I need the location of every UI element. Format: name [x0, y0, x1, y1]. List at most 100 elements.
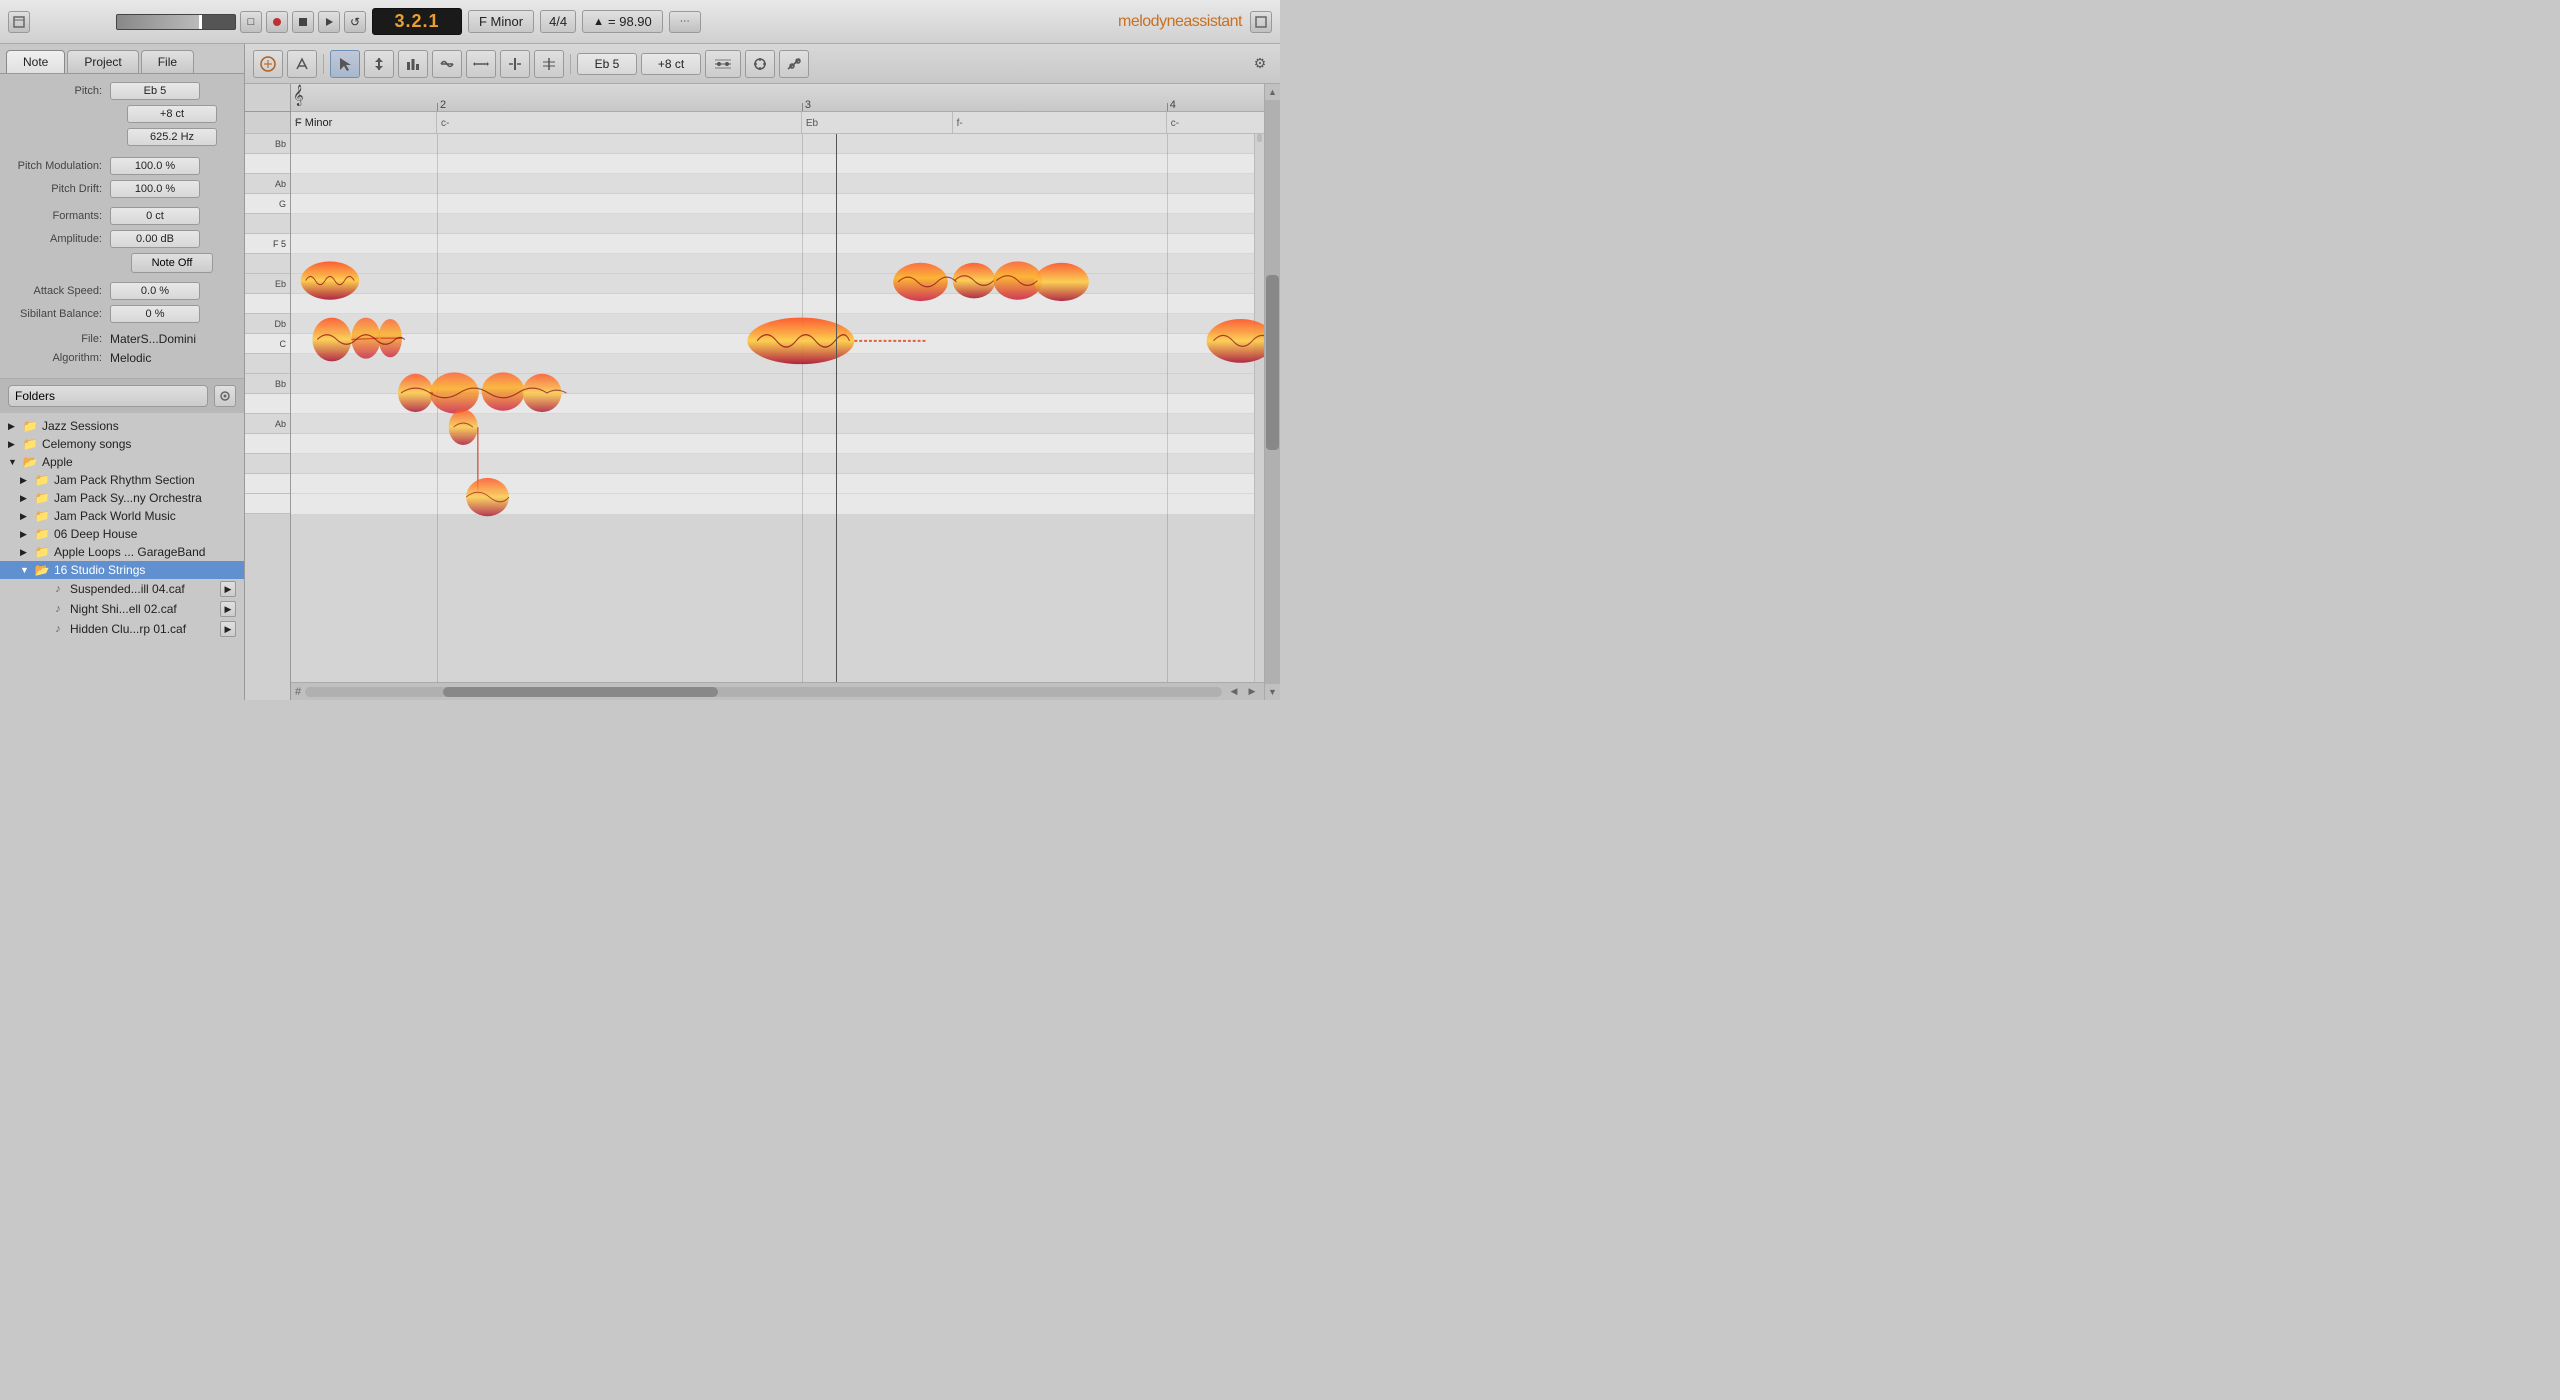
scroll-up-arrow[interactable]: ▲ [1265, 84, 1280, 100]
list-item[interactable]: ▼ 📂 Apple [0, 453, 244, 471]
piano-key-f5[interactable]: F 5 [245, 234, 290, 254]
pitch-tool-btn[interactable] [287, 50, 317, 78]
tab-note[interactable]: Note [6, 50, 65, 73]
piano-key-d5[interactable] [245, 294, 290, 314]
piano-key-ab4[interactable]: Ab [245, 414, 290, 434]
pitch-value[interactable]: Eb 5 [110, 82, 200, 100]
app-title-area: melodyneassistant [1118, 11, 1272, 33]
list-item[interactable]: ♪ Night Shi...ell 02.caf ▶ [0, 599, 244, 619]
piano-key-a4[interactable] [245, 394, 290, 414]
pitch-drift-value[interactable]: 100.0 % [110, 180, 200, 198]
formant-tool-btn[interactable] [432, 50, 462, 78]
list-item[interactable]: ▶ 📁 06 Deep House [0, 525, 244, 543]
piano-key-b4[interactable] [245, 354, 290, 374]
piano-key-e5[interactable] [245, 254, 290, 274]
smart-tool-btn[interactable] [745, 50, 775, 78]
piano-key-a5[interactable] [245, 154, 290, 174]
algorithm-label: Algorithm: [10, 352, 110, 364]
piano-key-label: C [280, 339, 287, 349]
piano-key-ab5[interactable]: Ab [245, 174, 290, 194]
chord-marker-f2: f- [953, 112, 1167, 134]
stop-btn[interactable] [292, 11, 314, 33]
piano-key-g5[interactable]: G [245, 194, 290, 214]
list-item[interactable]: ♪ Hidden Clu...rp 01.caf ▶ [0, 619, 244, 639]
piano-key-db5[interactable]: Db [245, 314, 290, 334]
selection-tool-btn[interactable] [330, 50, 360, 78]
scroll-left-arrow[interactable]: ◀ [1226, 687, 1242, 697]
toolbar-separator [570, 54, 571, 74]
settings-gear-icon[interactable]: ⚙ [1248, 52, 1272, 76]
browser-area: Folders ▶ 📁 Jazz Sessions [0, 378, 244, 700]
piano-key-bb5[interactable]: Bb [245, 134, 290, 154]
vertical-scrollbar[interactable]: ▲ ▼ [1264, 84, 1280, 700]
cents-display-field[interactable]: +8 ct [641, 53, 701, 75]
folder-icon: 📁 [34, 473, 50, 487]
horizontal-scrollbar[interactable]: # ◀ ▶ [291, 682, 1264, 700]
piano-key-gb5[interactable] [245, 214, 290, 234]
v-scroll-thumb[interactable] [1266, 275, 1279, 450]
piano-key-g4[interactable] [245, 434, 290, 454]
preview-play-btn[interactable]: ▶ [220, 621, 236, 637]
scroll-down-arrow[interactable]: ▼ [1265, 684, 1280, 700]
audio-file-icon: ♪ [50, 582, 66, 596]
piano-key-e4[interactable] [245, 494, 290, 514]
browser-type-select[interactable]: Folders [8, 385, 208, 407]
freq-value[interactable]: 625.2 Hz [127, 128, 217, 146]
record-btn[interactable] [266, 11, 288, 33]
pitch-correct-btn[interactable] [779, 50, 809, 78]
loop-btn[interactable]: ↺ [344, 11, 366, 33]
pitch-display-field[interactable]: Eb 5 [577, 53, 637, 75]
h-scroll-thumb[interactable] [443, 687, 718, 697]
ruler[interactable]: 2 3 4 𝄞 [291, 84, 1264, 112]
list-item[interactable]: ▶ 📁 Jazz Sessions [0, 417, 244, 435]
note-off-button[interactable]: Note Off [131, 253, 214, 273]
midi-btn[interactable]: ⋯ [669, 11, 701, 33]
list-item[interactable]: ▶ 📁 Celemony songs [0, 435, 244, 453]
sibilant-label: Sibilant Balance: [10, 308, 110, 320]
piano-key-eb5[interactable]: Eb [245, 274, 290, 294]
time-stretch-btn[interactable] [466, 50, 496, 78]
list-item[interactable]: ▶ 📁 Jam Pack World Music [0, 507, 244, 525]
quantize-btn[interactable] [534, 50, 564, 78]
tree-arrow: ▶ [20, 511, 34, 522]
list-item[interactable]: ▶ 📁 Jam Pack Sy...ny Orchestra [0, 489, 244, 507]
tab-file[interactable]: File [141, 50, 194, 73]
piano-key-label: Eb [275, 279, 286, 289]
piano-key-gb4[interactable] [245, 454, 290, 474]
list-item[interactable]: ▶ 📁 Apple Loops ... GarageBand [0, 543, 244, 561]
attack-value[interactable]: 0.0 % [110, 282, 200, 300]
amplitude-value[interactable]: 0.00 dB [110, 230, 200, 248]
note-separate-btn[interactable] [500, 50, 530, 78]
amplitude-tool-btn[interactable] [398, 50, 428, 78]
pitch-shift-btn[interactable] [364, 50, 394, 78]
v-scroll-track[interactable] [1265, 100, 1280, 684]
list-item[interactable]: ▼ 📂 16 Studio Strings [0, 561, 244, 579]
piano-key-c5[interactable]: C [245, 334, 290, 354]
playhead-slider[interactable] [116, 14, 236, 30]
cents-value[interactable]: +8 ct [127, 105, 217, 123]
piano-key-f4[interactable] [245, 474, 290, 494]
loop-region-btn[interactable]: □ [240, 11, 262, 33]
key-display[interactable]: F Minor [468, 10, 534, 33]
pitch-grid[interactable] [291, 134, 1264, 682]
list-item[interactable]: ♪ Suspended...ill 04.caf ▶ [0, 579, 244, 599]
snap-to-scale-btn[interactable] [705, 50, 741, 78]
sibilant-value[interactable]: 0 % [110, 305, 200, 323]
formants-value[interactable]: 0 ct [110, 207, 200, 225]
pitch-mod-value[interactable]: 100.0 % [110, 157, 200, 175]
formants-label: Formants: [10, 210, 110, 222]
scroll-right-arrow[interactable]: ▶ [1244, 687, 1260, 697]
preview-play-btn[interactable]: ▶ [220, 581, 236, 597]
window-toggle-btn[interactable] [8, 11, 30, 33]
play-btn[interactable] [318, 11, 340, 33]
window-expand-btn[interactable] [1250, 11, 1272, 33]
piano-key-label: Ab [275, 419, 286, 429]
preview-play-btn[interactable]: ▶ [220, 601, 236, 617]
folder-icon: 📂 [22, 455, 38, 469]
browser-config-btn[interactable] [214, 385, 236, 407]
piano-key-label: F 5 [273, 239, 286, 249]
melodyne-mode-btn[interactable] [253, 50, 283, 78]
list-item[interactable]: ▶ 📁 Jam Pack Rhythm Section [0, 471, 244, 489]
tab-project[interactable]: Project [67, 50, 138, 73]
piano-key-bb4[interactable]: Bb [245, 374, 290, 394]
